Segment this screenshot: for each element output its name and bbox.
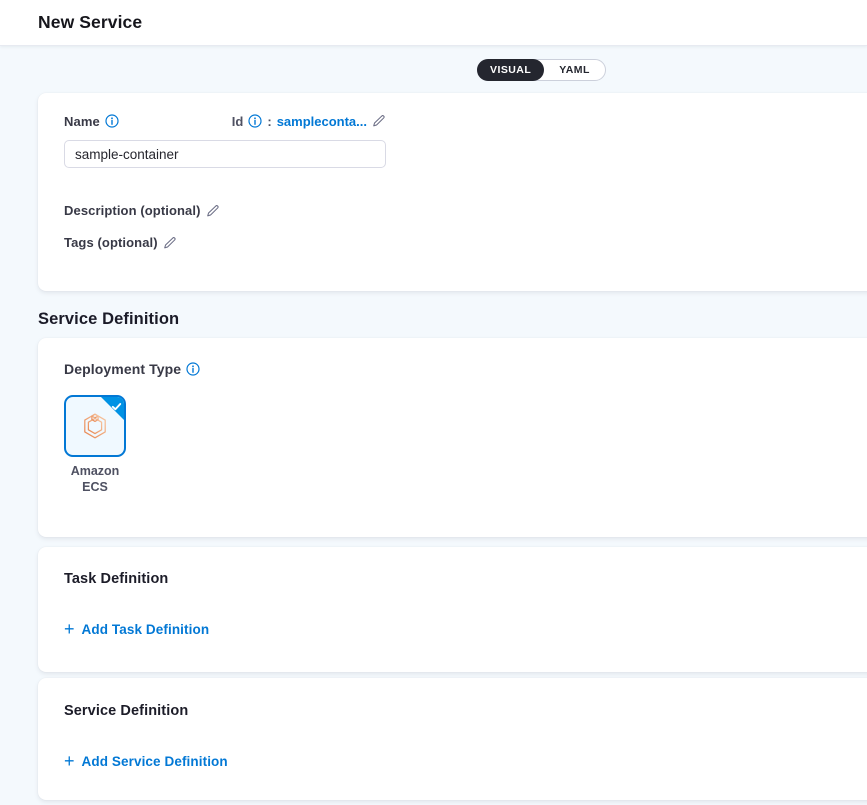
- id-value-link[interactable]: sampleconta...: [277, 114, 367, 129]
- add-service-definition-label: Add Service Definition: [82, 754, 228, 769]
- task-definition-card: Task Definition + Add Task Definition: [38, 547, 867, 672]
- tags-edit-icon[interactable]: [163, 236, 177, 250]
- plus-icon: +: [64, 621, 75, 637]
- deployment-type-info-icon[interactable]: [186, 362, 200, 376]
- overview-card: Name Id : sampleconta... Description: [38, 93, 867, 291]
- add-service-definition-button[interactable]: + Add Service Definition: [64, 754, 228, 769]
- tags-label: Tags (optional): [64, 235, 158, 250]
- tab-yaml[interactable]: YAML: [544, 60, 605, 80]
- page-title: New Service: [38, 0, 142, 45]
- deployment-type-row: Deployment Type: [64, 361, 200, 379]
- id-colon: :: [267, 114, 271, 129]
- id-group: Id : sampleconta...: [232, 114, 386, 129]
- section-heading-service-definition: Service Definition: [38, 310, 179, 329]
- deployment-tile-amazon-ecs[interactable]: [64, 395, 126, 457]
- description-row: Description (optional): [64, 202, 220, 220]
- plus-icon: +: [64, 753, 75, 769]
- name-input[interactable]: [64, 140, 386, 168]
- id-info-icon[interactable]: [248, 114, 262, 128]
- name-info-icon[interactable]: [105, 114, 119, 128]
- deployment-tile-label: Amazon ECS: [64, 464, 126, 495]
- id-edit-icon[interactable]: [372, 114, 386, 128]
- check-icon: [111, 399, 122, 410]
- view-toggle[interactable]: VISUAL YAML: [477, 59, 606, 81]
- id-label: Id: [232, 114, 244, 129]
- name-label: Name: [64, 114, 100, 129]
- name-label-group: Name: [64, 114, 119, 129]
- description-edit-icon[interactable]: [206, 204, 220, 218]
- description-label: Description (optional): [64, 203, 201, 218]
- new-service-page: New Service VISUAL YAML Name Id : sample…: [0, 0, 867, 805]
- deployment-type-label: Deployment Type: [64, 361, 181, 377]
- deployment-type-card: Deployment Type: [38, 338, 867, 537]
- app-header: New Service: [0, 0, 867, 46]
- tags-row: Tags (optional): [64, 234, 177, 252]
- add-task-definition-label: Add Task Definition: [82, 622, 210, 637]
- task-definition-title: Task Definition: [64, 571, 168, 587]
- add-task-definition-button[interactable]: + Add Task Definition: [64, 622, 209, 637]
- tab-visual[interactable]: VISUAL: [477, 59, 544, 81]
- name-id-row: Name Id : sampleconta...: [64, 113, 386, 129]
- service-definition-title: Service Definition: [64, 703, 188, 719]
- service-definition-card: Service Definition + Add Service Definit…: [38, 678, 867, 800]
